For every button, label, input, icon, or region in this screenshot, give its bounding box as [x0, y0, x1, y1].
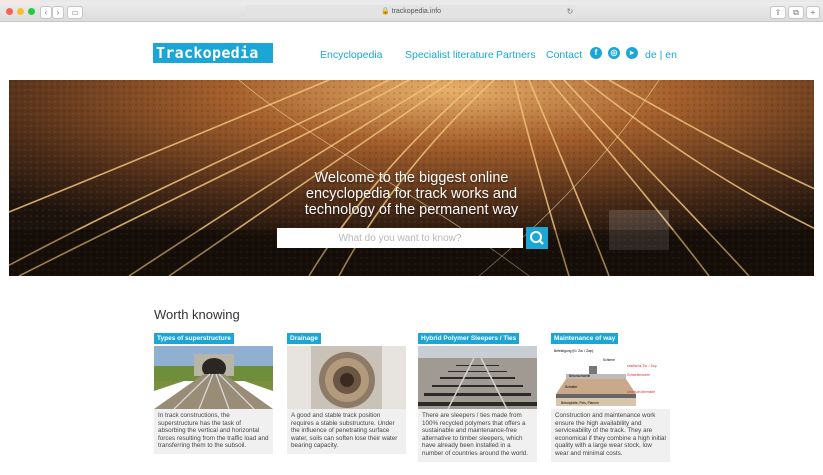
diagram-label: elastische Zw. / Zwp [627, 364, 657, 368]
language-switch[interactable]: de | en [645, 49, 677, 61]
minimize-window-button[interactable] [17, 8, 24, 15]
diagram-label: Unterschottermatte [627, 390, 655, 394]
card-image-track-diagram: Befestigung (Kl. Zw. / Zwp) Schiene elas… [551, 346, 670, 409]
diagram-label: Betonschwelle [569, 374, 590, 378]
instagram-icon[interactable]: ◎ [608, 47, 620, 59]
browser-window: ‹ › ▭ 🔒 trackopedia.info ↻ ⇪ ⧉ + Trackop… [0, 2, 823, 475]
diagram-label: Schotter [565, 385, 578, 389]
card-text: In track constructions, the superstructu… [154, 409, 273, 454]
tabs-button[interactable]: ⧉ [788, 6, 804, 19]
sidebar-toggle-button[interactable]: ▭ [67, 6, 83, 19]
diagram-label: Schwellensohle [627, 373, 650, 377]
youtube-icon[interactable]: ▸ [626, 47, 638, 59]
new-tab-button[interactable]: + [806, 6, 820, 19]
site-logo[interactable]: Trackopedia [153, 43, 273, 63]
forward-button[interactable]: › [52, 6, 64, 19]
card-image-tunnel-track [154, 346, 273, 409]
address-bar-url: trackopedia.info [391, 8, 442, 15]
card-tag[interactable]: Drainage [287, 333, 321, 344]
card-tag[interactable]: Maintenance of way [551, 333, 619, 344]
card-tag[interactable]: Types of superstructure [154, 333, 234, 344]
site-header: Trackopedia Encyclopedia Specialist lite… [0, 22, 823, 80]
card-types-of-superstructure[interactable]: Types of superstructure In track constru… [154, 327, 273, 454]
close-window-button[interactable] [6, 8, 13, 15]
search-input[interactable] [277, 228, 523, 248]
back-button[interactable]: ‹ [40, 6, 52, 19]
card-text: There are sleepers / ties made from 100%… [418, 409, 537, 462]
diagram-label: Schiene [603, 358, 615, 362]
card-hybrid-polymer-sleepers[interactable]: Hybrid Polymer Sleepers / Ties There are… [418, 327, 537, 462]
nav-encyclopedia[interactable]: Encyclopedia [320, 49, 382, 61]
share-button[interactable]: ⇪ [770, 6, 786, 19]
card-image-polymer-sleepers [418, 346, 537, 409]
nav-contact[interactable]: Contact [546, 49, 582, 61]
address-bar[interactable]: 🔒 trackopedia.info [246, 5, 576, 18]
card-tag[interactable]: Hybrid Polymer Sleepers / Ties [418, 333, 520, 344]
card-maintenance-of-way[interactable]: Maintenance of way Befestigung (Kl. Zw. … [551, 327, 670, 462]
reload-icon[interactable]: ↻ [565, 6, 575, 17]
nav-partners[interactable]: Partners [496, 49, 536, 61]
hero-title: Welcome to the biggest online encycloped… [304, 170, 519, 218]
worth-knowing-heading: Worth knowing [154, 307, 240, 322]
diagram-label: Betonplatte, Fels, Planum [561, 401, 599, 405]
search-button[interactable] [526, 227, 548, 249]
lock-icon: 🔒 [380, 8, 390, 15]
search-icon [530, 231, 544, 245]
browser-toolbar: ‹ › ▭ 🔒 trackopedia.info ↻ ⇪ ⧉ + [0, 2, 823, 22]
diagram-label: Befestigung (Kl. Zw. / Zwp) [554, 349, 593, 353]
card-drainage[interactable]: Drainage A good and stable track positio… [287, 327, 406, 454]
hero-banner: Welcome to the biggest online encycloped… [9, 80, 814, 276]
maximize-window-button[interactable] [28, 8, 35, 15]
nav-specialist-literature[interactable]: Specialist literature [405, 49, 494, 61]
card-image-drainage-pipe [287, 346, 406, 409]
card-text: A good and stable track position require… [287, 409, 406, 454]
facebook-icon[interactable]: f [590, 47, 602, 59]
card-text: Construction and maintenance work ensure… [551, 409, 670, 462]
